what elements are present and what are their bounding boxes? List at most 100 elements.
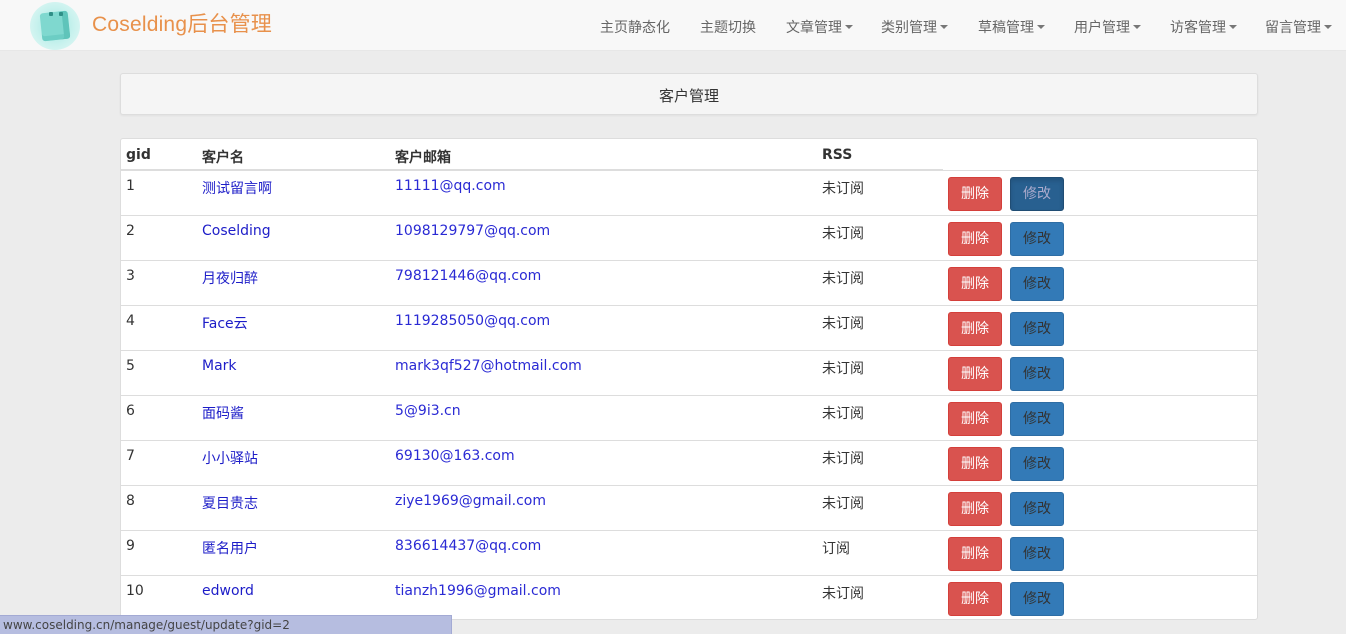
nav-item-1[interactable]: 主页静态化 — [600, 17, 670, 37]
customer-email-link[interactable]: 798121446@qq.com — [395, 268, 541, 284]
nav-item-5[interactable]: 草稿管理 — [978, 17, 1045, 37]
rss-status: 未订阅 — [822, 586, 864, 602]
gid-cell: 9 — [126, 538, 135, 554]
browser-status-bar: www.coselding.cn/manage/guest/update?gid… — [0, 615, 452, 634]
edit-button[interactable]: 修改 — [1010, 582, 1064, 616]
page-title: 客户管理 — [658, 87, 719, 105]
rss-status: 未订阅 — [822, 361, 864, 377]
delete-button[interactable]: 删除 — [948, 267, 1002, 301]
column-header-gid: gid — [126, 147, 151, 163]
gid-cell: 7 — [126, 448, 135, 464]
edit-button[interactable]: 修改 — [1010, 267, 1064, 301]
brand-title[interactable]: Coselding后台管理 — [92, 8, 272, 38]
caret-down-icon — [940, 25, 948, 29]
gid-cell: 10 — [126, 583, 144, 599]
table-row: 7 小小驿站 69130@163.com 未订阅 删除 修改 — [121, 440, 1257, 485]
delete-button[interactable]: 删除 — [948, 492, 1002, 526]
customer-email-link[interactable]: ziye1969@gmail.com — [395, 493, 546, 509]
customer-name-link[interactable]: Mark — [202, 358, 237, 374]
customer-email-link[interactable]: tianzh1996@gmail.com — [395, 583, 561, 599]
nav-item-label: 类别管理 — [881, 20, 937, 36]
customer-email-link[interactable]: 11111@qq.com — [395, 178, 506, 194]
delete-button[interactable]: 删除 — [948, 447, 1002, 481]
customer-name-link[interactable]: edword — [202, 583, 254, 599]
nav-item-label: 文章管理 — [786, 20, 842, 36]
nav-item-label: 用户管理 — [1074, 20, 1130, 36]
caret-down-icon — [1229, 25, 1237, 29]
delete-button[interactable]: 删除 — [948, 312, 1002, 346]
customer-email-link[interactable]: 5@9i3.cn — [395, 403, 461, 419]
customer-email-link[interactable]: mark3qf527@hotmail.com — [395, 358, 582, 374]
edit-button[interactable]: 修改 — [1010, 537, 1064, 571]
table-row: 6 面码酱 5@9i3.cn 未订阅 删除 修改 — [121, 395, 1257, 440]
rss-status: 未订阅 — [822, 451, 864, 467]
edit-button[interactable]: 修改 — [1010, 312, 1064, 346]
table-row: 2 Coselding 1098129797@qq.com 未订阅 删除 修改 — [121, 215, 1257, 260]
nav-item-label: 留言管理 — [1265, 20, 1321, 36]
nav-item-4[interactable]: 类别管理 — [881, 17, 948, 37]
customer-name-link[interactable]: 面码酱 — [202, 403, 244, 423]
table-row: 9 匿名用户 836614437@qq.com 订阅 删除 修改 — [121, 530, 1257, 575]
customer-name-link[interactable]: Face云 — [202, 313, 248, 333]
rss-status: 未订阅 — [822, 271, 864, 287]
nav-item-7[interactable]: 访客管理 — [1170, 17, 1237, 37]
customer-email-link[interactable]: 836614437@qq.com — [395, 538, 541, 554]
rss-status: 未订阅 — [822, 316, 864, 332]
edit-button[interactable]: 修改 — [1010, 447, 1064, 481]
nav-item-label: 草稿管理 — [978, 20, 1034, 36]
rss-status: 订阅 — [822, 541, 850, 557]
customer-name-link[interactable]: 夏目贵志 — [202, 493, 258, 513]
customer-email-link[interactable]: 1098129797@qq.com — [395, 223, 550, 239]
table-row: 4 Face云 1119285050@qq.com 未订阅 删除 修改 — [121, 305, 1257, 350]
gid-cell: 3 — [126, 268, 135, 284]
table-row: 10 edword tianzh1996@gmail.com 未订阅 删除 修改 — [121, 575, 1257, 620]
nav-item-8[interactable]: 留言管理 — [1265, 17, 1332, 37]
edit-button[interactable]: 修改 — [1010, 402, 1064, 436]
edit-button[interactable]: 修改 — [1010, 492, 1064, 526]
gid-cell: 4 — [126, 313, 135, 329]
rss-status: 未订阅 — [822, 496, 864, 512]
customer-email-link[interactable]: 1119285050@qq.com — [395, 313, 550, 329]
gid-cell: 6 — [126, 403, 135, 419]
gid-cell: 5 — [126, 358, 135, 374]
column-header-email: 客户邮箱 — [395, 150, 451, 166]
edit-button[interactable]: 修改 — [1010, 177, 1064, 211]
table-row: 3 月夜归醉 798121446@qq.com 未订阅 删除 修改 — [121, 260, 1257, 305]
delete-button[interactable]: 删除 — [948, 402, 1002, 436]
nav-item-6[interactable]: 用户管理 — [1074, 17, 1141, 37]
nav-item-label: 主题切换 — [700, 20, 756, 36]
customer-name-link[interactable]: Coselding — [202, 223, 271, 239]
edit-button[interactable]: 修改 — [1010, 357, 1064, 391]
gid-cell: 2 — [126, 223, 135, 239]
edit-button[interactable]: 修改 — [1010, 222, 1064, 256]
top-navbar: Coselding后台管理 主页静态化 主题切换 文章管理 类别管理 草稿管理 用户管理 访… — [0, 0, 1346, 51]
delete-button[interactable]: 删除 — [948, 222, 1002, 256]
customer-name-link[interactable]: 小小驿站 — [202, 448, 258, 468]
table-row: 8 夏目贵志 ziye1969@gmail.com 未订阅 删除 修改 — [121, 485, 1257, 530]
delete-button[interactable]: 删除 — [948, 177, 1002, 211]
delete-button[interactable]: 删除 — [948, 537, 1002, 571]
nav-item-3[interactable]: 文章管理 — [786, 17, 853, 37]
delete-button[interactable]: 删除 — [948, 357, 1002, 391]
delete-button[interactable]: 删除 — [948, 582, 1002, 616]
column-header-rss: RSS — [822, 147, 853, 163]
logo-icon[interactable] — [30, 2, 80, 50]
nav-item-label: 主页静态化 — [600, 20, 670, 36]
page-title-panel: 客户管理 — [120, 73, 1258, 115]
gid-cell: 8 — [126, 493, 135, 509]
table-row: 5 Mark mark3qf527@hotmail.com 未订阅 删除 修改 — [121, 350, 1257, 395]
customer-email-link[interactable]: 69130@163.com — [395, 448, 515, 464]
customer-name-link[interactable]: 月夜归醉 — [202, 268, 258, 288]
customer-table: gid 客户名 客户邮箱 RSS 1 测试留言啊 11111@qq.com 未订阅 删除… — [120, 138, 1259, 620]
customer-name-link[interactable]: 匿名用户 — [202, 538, 258, 558]
caret-down-icon — [1324, 25, 1332, 29]
caret-down-icon — [1133, 25, 1141, 29]
rss-status: 未订阅 — [822, 226, 864, 242]
caret-down-icon — [1037, 25, 1045, 29]
gid-cell: 1 — [126, 178, 135, 194]
customer-name-link[interactable]: 测试留言啊 — [202, 178, 272, 198]
rss-status: 未订阅 — [822, 181, 864, 197]
nav-item-2[interactable]: 主题切换 — [700, 17, 756, 37]
column-header-name: 客户名 — [202, 150, 244, 166]
caret-down-icon — [845, 25, 853, 29]
